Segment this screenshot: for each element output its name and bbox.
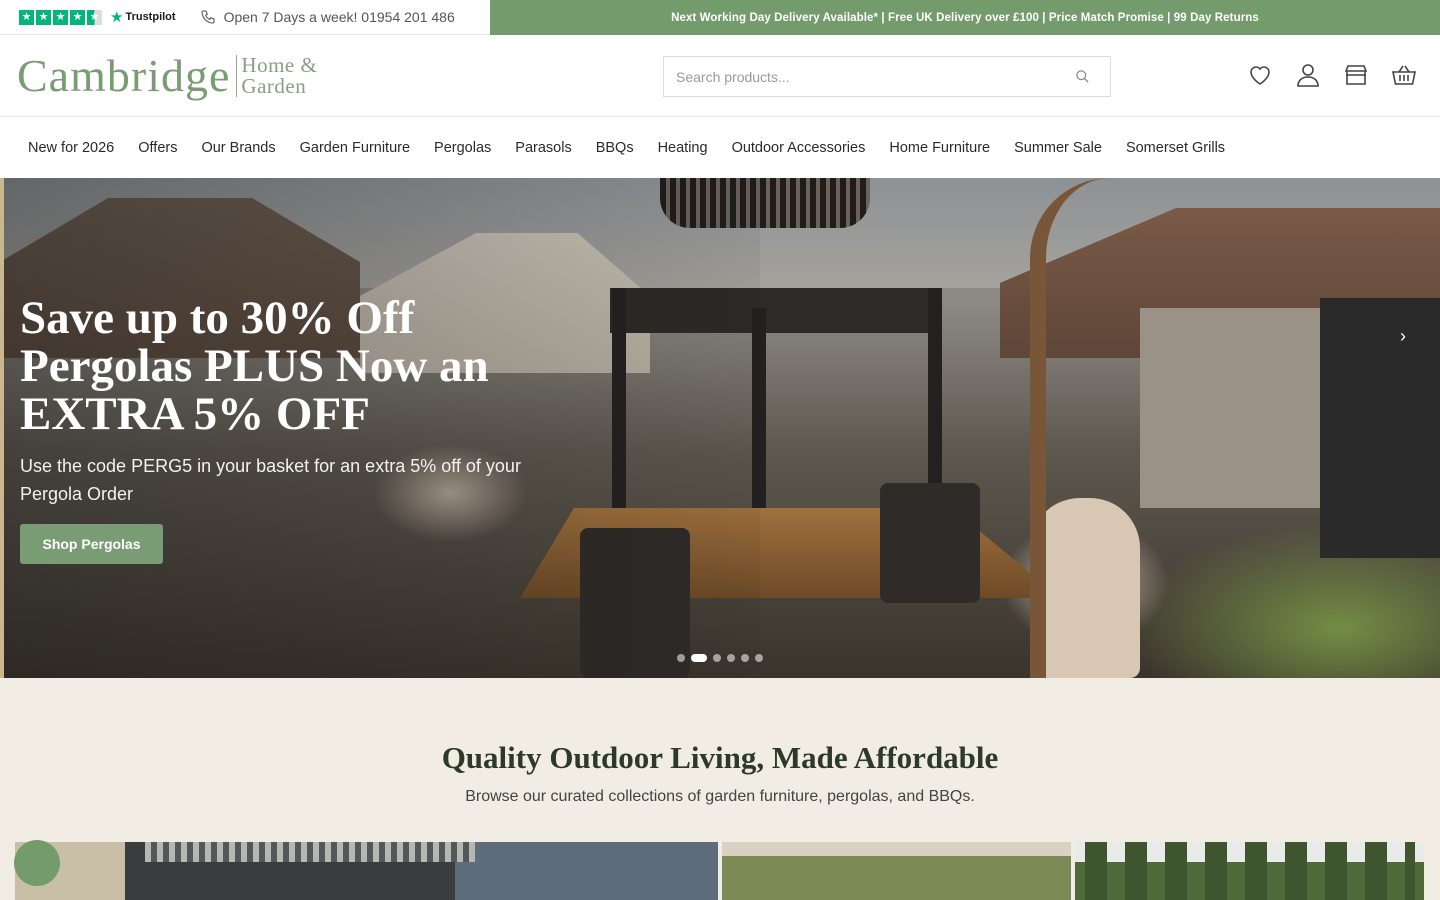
- logo-sub-line1: Home &: [241, 53, 318, 77]
- trustpilot-logo[interactable]: ★ Trustpilot: [110, 8, 176, 26]
- nav-item-summer-sale[interactable]: Summer Sale: [1014, 140, 1102, 156]
- hero-shed: [1320, 298, 1440, 558]
- site-logo[interactable]: Cambridge Home & Garden: [17, 51, 317, 101]
- star-icon: ★: [53, 9, 68, 25]
- search-input[interactable]: [664, 57, 1044, 96]
- nav-item-pergolas[interactable]: Pergolas: [434, 140, 491, 156]
- trustpilot-stars[interactable]: ★ ★ ★ ★ ★: [19, 9, 102, 25]
- tile-slats: [145, 842, 475, 862]
- shop-pergolas-button[interactable]: Shop Pergolas: [20, 524, 163, 564]
- basket-icon[interactable]: [1392, 63, 1416, 87]
- top-bar: ★ ★ ★ ★ ★ ★ Trustpilot Open 7 Days a wee…: [0, 0, 1440, 35]
- carousel-dot[interactable]: [727, 654, 735, 662]
- phone-icon: [201, 10, 215, 24]
- star-icon: ★: [70, 9, 85, 25]
- promo-banner: Next Working Day Delivery Available* | F…: [490, 0, 1440, 35]
- logo-divider: [236, 55, 238, 97]
- main-nav: New for 2026 Offers Our Brands Garden Fu…: [0, 117, 1440, 178]
- trustpilot-star-icon: ★: [110, 9, 124, 26]
- carousel-dot[interactable]: [713, 654, 721, 662]
- section-title: Quality Outdoor Living, Made Affordable: [441, 740, 999, 775]
- hero-title: Save up to 30% Off Pergolas PLUS Now an …: [20, 292, 489, 440]
- logo-main-text: Cambridge: [17, 50, 231, 101]
- carousel-dot[interactable]: [755, 654, 763, 662]
- hero-banner[interactable]: Save up to 30% Off Pergolas PLUS Now an …: [0, 178, 1440, 678]
- account-user-icon[interactable]: [1296, 63, 1320, 87]
- trustpilot-label: Trustpilot: [125, 11, 176, 23]
- search-box: [663, 56, 1111, 97]
- tile-trees: [1085, 842, 1415, 900]
- hero-chair: [880, 483, 980, 603]
- nav-item-somerset-grills[interactable]: Somerset Grills: [1126, 140, 1225, 156]
- wishlist-heart-icon[interactable]: [1248, 63, 1272, 87]
- logo-sub-line2: Garden: [241, 74, 307, 98]
- section-subtitle: Browse our curated collections of garden…: [465, 788, 975, 805]
- logo-sub: Home & Garden: [241, 55, 317, 97]
- star-icon: ★: [19, 9, 34, 25]
- nav-item-our-brands[interactable]: Our Brands: [201, 140, 275, 156]
- carousel-dot[interactable]: [741, 654, 749, 662]
- nav-item-parasols[interactable]: Parasols: [515, 140, 571, 156]
- nav-item-home-furniture[interactable]: Home Furniture: [889, 140, 990, 156]
- nav-item-outdoor-accessories[interactable]: Outdoor Accessories: [732, 140, 866, 156]
- site-header: Cambridge Home & Garden: [0, 35, 1440, 117]
- hero-heater-arch: [1030, 178, 1120, 678]
- carousel-dot[interactable]: [677, 654, 685, 662]
- half-star-icon: ★: [87, 9, 102, 25]
- nav-item-garden-furniture[interactable]: Garden Furniture: [300, 140, 410, 156]
- nav-item-offers[interactable]: Offers: [138, 140, 177, 156]
- collections-section: Quality Outdoor Living, Made Affordable …: [0, 678, 1440, 900]
- nav-item-bbqs[interactable]: BBQs: [596, 140, 634, 156]
- chevron-right-icon[interactable]: ›: [1400, 326, 1406, 347]
- collection-tile-trees[interactable]: [1075, 842, 1424, 900]
- star-icon: ★: [36, 9, 51, 25]
- collection-tile-pergolas[interactable]: [15, 842, 718, 900]
- phone-info[interactable]: Open 7 Days a week! 01954 201 486: [200, 9, 455, 25]
- nav-item-heating[interactable]: Heating: [658, 140, 708, 156]
- collection-tile-garden[interactable]: [722, 842, 1071, 900]
- carousel-dots: [677, 654, 763, 662]
- nav-item-new-for-2026[interactable]: New for 2026: [28, 140, 114, 156]
- hero-subtitle: Use the code PERG5 in your basket for an…: [20, 456, 521, 504]
- hero-wall: [1140, 308, 1320, 508]
- carousel-dot-active[interactable]: [691, 654, 707, 662]
- chat-bubble-icon[interactable]: [14, 840, 60, 886]
- phone-text: Open 7 Days a week! 01954 201 486: [223, 9, 455, 25]
- header-icons: [1248, 63, 1416, 87]
- hero-left-edge: [0, 178, 4, 678]
- search-icon[interactable]: [1075, 69, 1090, 84]
- store-icon[interactable]: [1344, 63, 1368, 87]
- top-bar-left: ★ ★ ★ ★ ★ ★ Trustpilot Open 7 Days a wee…: [0, 0, 490, 35]
